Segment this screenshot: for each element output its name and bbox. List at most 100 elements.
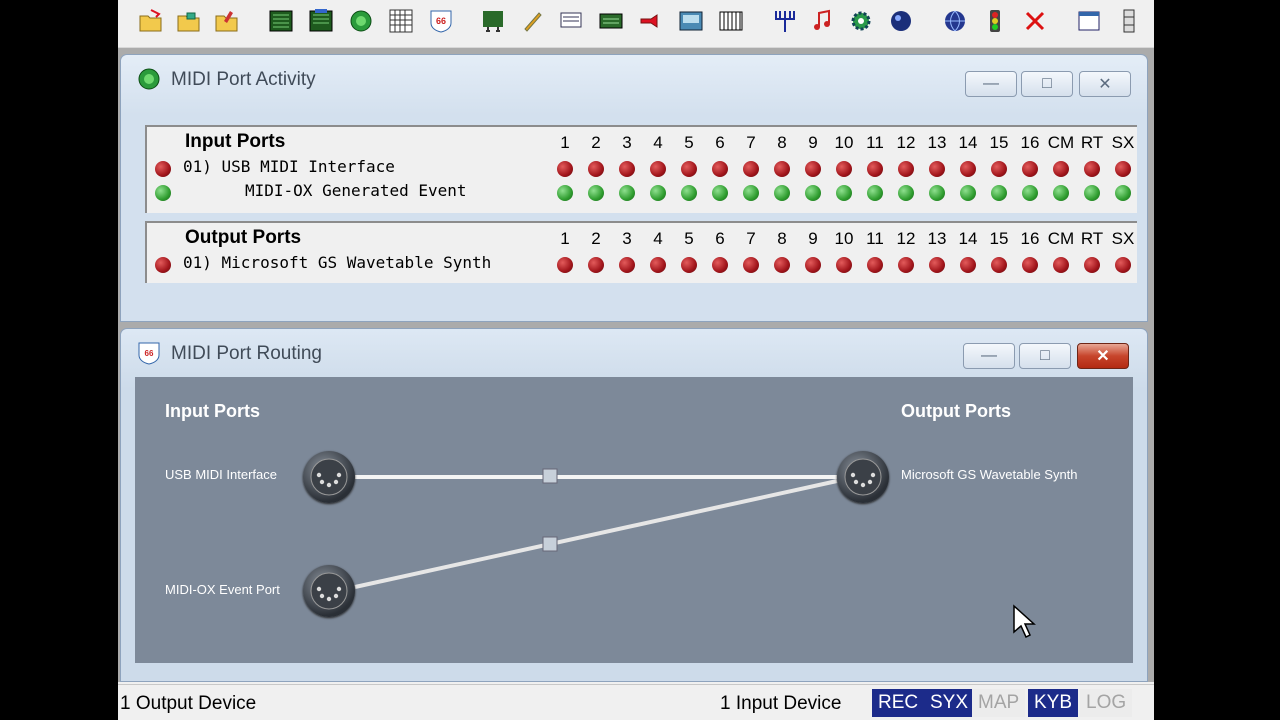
open-icon[interactable] — [136, 6, 166, 36]
channel-label: 11 — [866, 133, 884, 152]
sysex-icon[interactable] — [556, 6, 586, 36]
channel-led — [588, 185, 604, 201]
channel-label: 15 — [989, 133, 1009, 152]
midi-din-connector-icon[interactable] — [837, 451, 889, 503]
channel-led — [960, 161, 976, 177]
channel-led — [557, 161, 573, 177]
circle-icon[interactable] — [886, 6, 916, 36]
channel-label: 1 — [560, 133, 570, 152]
channel-led — [898, 161, 914, 177]
minimize-button[interactable]: — — [963, 343, 1015, 369]
connection-line[interactable] — [354, 479, 838, 589]
channel-label: 10 — [834, 229, 854, 248]
input-ports-header: Input Ports — [185, 131, 286, 152]
channel-led — [836, 257, 852, 273]
close-button[interactable]: ✕ — [1077, 343, 1129, 369]
toolbar: 66 — [118, 0, 1154, 48]
channel-led — [650, 257, 666, 273]
channel-led — [991, 161, 1007, 177]
channel-label: SX — [1111, 133, 1135, 152]
output-port-status-led — [155, 257, 171, 273]
mdi-client: MIDI Port Activity — □ ✕ Input Ports 123… — [118, 48, 1154, 682]
channel-label: CM — [1047, 229, 1075, 248]
channel-label: 9 — [808, 229, 818, 248]
input-port-label[interactable]: MIDI-OX Generated Event — [245, 181, 467, 200]
midi-din-connector-icon[interactable] — [303, 565, 355, 617]
channel-led — [774, 185, 790, 201]
channel-led — [929, 257, 945, 273]
piano-icon[interactable] — [716, 6, 746, 36]
channel-label: 16 — [1020, 133, 1040, 152]
channel-led — [991, 185, 1007, 201]
channel-led — [960, 185, 976, 201]
routing-output-label: Microsoft GS Wavetable Synth — [901, 467, 1078, 482]
save-icon[interactable] — [174, 6, 204, 36]
channel-led — [712, 257, 728, 273]
routing-titlebar[interactable]: 66 MIDI Port Routing — □ ✕ — [121, 329, 1147, 375]
gear-icon[interactable] — [846, 6, 876, 36]
maximize-button[interactable]: □ — [1021, 71, 1073, 97]
connection-handle[interactable] — [542, 468, 558, 484]
output-ports-header: Output Ports — [185, 227, 302, 248]
channel-led — [1053, 257, 1069, 273]
x-icon[interactable] — [1020, 6, 1050, 36]
channel-label: 12 — [896, 229, 916, 248]
plug-icon[interactable] — [636, 6, 666, 36]
channel-led — [743, 257, 759, 273]
activity-titlebar[interactable]: MIDI Port Activity — □ ✕ — [121, 55, 1147, 101]
window-icon[interactable] — [1074, 6, 1104, 36]
close-button[interactable]: ✕ — [1079, 71, 1131, 97]
mapper-icon[interactable] — [478, 6, 508, 36]
routing-title: MIDI Port Routing — [171, 343, 322, 364]
channel-led — [805, 161, 821, 177]
channel-label: 3 — [622, 229, 632, 248]
channel-led — [1053, 185, 1069, 201]
routing-connections — [354, 468, 838, 589]
input-ports-pane: Input Ports 1 2 3 4 5 6 7 8 9 10 11 12 13 14 15 16 CM RT S… — [145, 125, 1137, 213]
pen-icon[interactable] — [518, 6, 548, 36]
split-icon[interactable] — [1114, 6, 1144, 36]
traffic-light-icon[interactable] — [980, 6, 1010, 36]
channel-led — [774, 257, 790, 273]
channel-led — [619, 185, 635, 201]
monitor-icon-2[interactable] — [306, 6, 336, 36]
lcd-icon[interactable] — [676, 6, 706, 36]
kyb-indicator[interactable]: KYB — [1028, 689, 1079, 717]
channel-label: 5 — [684, 133, 694, 152]
channel-led — [1053, 161, 1069, 177]
maximize-button[interactable]: □ — [1019, 343, 1071, 369]
channel-label: 7 — [746, 133, 756, 152]
globe-icon[interactable] — [940, 6, 970, 36]
channel-led — [557, 185, 573, 201]
routing-icon[interactable]: 66 — [426, 6, 456, 36]
map-indicator[interactable]: MAP — [972, 689, 1026, 717]
rec-indicator[interactable]: REC — [872, 689, 925, 717]
channel-label: 13 — [927, 229, 947, 248]
output-port-label[interactable]: 01) Microsoft GS Wavetable Synth — [183, 253, 491, 272]
channel-label: 1 — [560, 229, 570, 248]
save-as-icon[interactable] — [212, 6, 242, 36]
grid-icon[interactable] — [386, 6, 416, 36]
syx-indicator[interactable]: SYX — [924, 689, 975, 717]
channel-led — [1084, 185, 1100, 201]
channel-led — [960, 257, 976, 273]
keyboard-input-icon[interactable] — [596, 6, 626, 36]
midi-din-connector-icon[interactable] — [303, 451, 355, 503]
trident-icon[interactable] — [770, 6, 800, 36]
log-indicator[interactable]: LOG — [1080, 689, 1133, 717]
channel-led — [712, 161, 728, 177]
activity-icon[interactable] — [346, 6, 376, 36]
channel-led — [1115, 161, 1131, 177]
input-port-label[interactable]: 01) USB MIDI Interface — [183, 157, 395, 176]
port-activity-window: MIDI Port Activity — □ ✕ Input Ports 123… — [120, 54, 1148, 322]
channel-label: 6 — [715, 133, 725, 152]
channel-label: 8 — [777, 229, 787, 248]
channel-led — [743, 161, 759, 177]
connection-handle[interactable] — [542, 536, 558, 552]
minimize-button[interactable]: — — [965, 71, 1017, 97]
channel-led — [619, 257, 635, 273]
channel-label: 2 — [591, 229, 601, 248]
channel-led — [805, 185, 821, 201]
monitor-icon[interactable] — [266, 6, 296, 36]
note-icon[interactable] — [808, 6, 838, 36]
